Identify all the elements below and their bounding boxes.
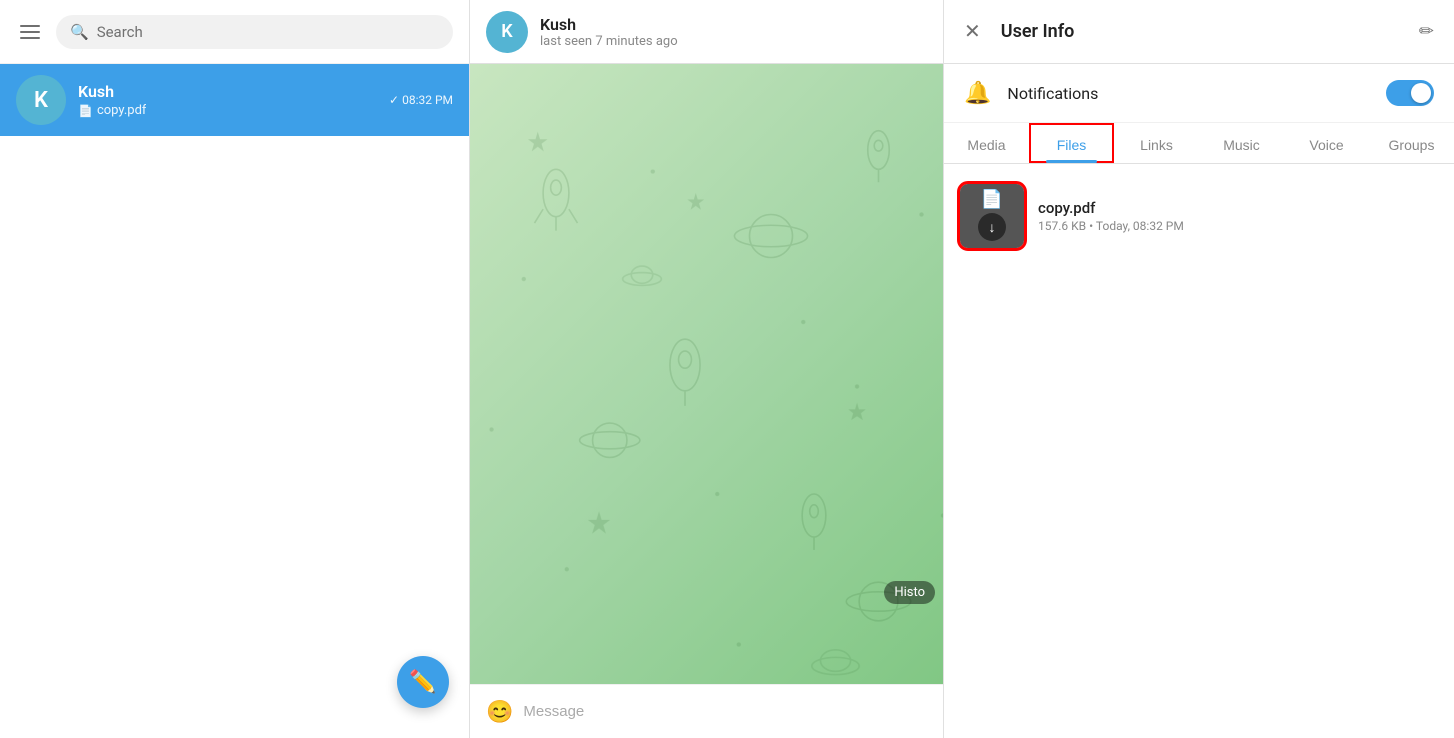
file-icon: 📄 [78,104,93,118]
user-info-panel: ✕ User Info ✏ 🔔 Notifications Media File… [944,0,1454,738]
tab-media[interactable]: Media [944,123,1029,163]
download-icon: ↓ [978,213,1006,241]
chat-preview-text: copy.pdf [97,103,147,118]
tabs-row: Media Files Links Music Voice Groups [944,123,1454,164]
message-input[interactable] [523,695,927,728]
avatar: K [16,75,66,125]
files-list: 📄 ↓ copy.pdf 157.6 KB • Today, 08:32 PM [944,164,1454,268]
sidebar-header: 🔍 Search [0,0,469,64]
file-item: 📄 ↓ copy.pdf 157.6 KB • Today, 08:32 PM [960,176,1438,256]
chat-meta: ✓ 08:32 PM [389,93,453,107]
file-details: copy.pdf 157.6 KB • Today, 08:32 PM [1038,199,1438,233]
notifications-label: Notifications [1007,84,1370,103]
chat-bg-pattern-svg [470,64,943,684]
emoji-button[interactable]: 😊 [486,699,513,725]
bell-icon: 🔔 [964,81,991,106]
chat-header: K Kush last seen 7 minutes ago [470,0,943,64]
document-icon: 📄 [981,191,1003,209]
chat-time: ✓ 08:32 PM [389,93,453,107]
file-name: copy.pdf [1038,199,1438,217]
search-placeholder: Search [97,23,143,41]
check-mark-icon: ✓ [389,93,399,107]
chat-list-item[interactable]: K Kush 📄 copy.pdf ✓ 08:32 PM [0,64,469,136]
tab-groups[interactable]: Groups [1369,123,1454,163]
chat-area: K Kush last seen 7 minutes ago [470,0,944,738]
file-thumbnail: 📄 ↓ [960,184,1024,248]
panel-header: ✕ User Info ✏ [944,0,1454,64]
tab-files[interactable]: Files [1029,123,1114,163]
hamburger-button[interactable] [16,21,44,43]
chat-header-avatar: K [486,11,528,53]
search-box[interactable]: 🔍 Search [56,15,453,49]
compose-button[interactable]: ✏️ [397,656,449,708]
chat-info: Kush 📄 copy.pdf [78,82,377,118]
fab-container: ✏️ [0,136,469,738]
close-button[interactable]: ✕ [960,15,985,48]
chat-header-name: Kush [540,15,927,34]
panel-title: User Info [1001,21,1399,42]
chat-header-info: Kush last seen 7 minutes ago [540,15,927,49]
chat-preview: 📄 copy.pdf [78,103,377,118]
history-badge: Histo [884,581,935,604]
sidebar: 🔍 Search K Kush 📄 copy.pdf ✓ 08:32 PM ✏️ [0,0,470,738]
tab-links[interactable]: Links [1114,123,1199,163]
chat-header-status: last seen 7 minutes ago [540,34,927,49]
search-icon: 🔍 [70,23,89,41]
tab-voice[interactable]: Voice [1284,123,1369,163]
notifications-row: 🔔 Notifications [944,64,1454,123]
notifications-toggle[interactable] [1386,80,1434,106]
file-meta: 157.6 KB • Today, 08:32 PM [1038,219,1438,233]
message-input-area: 😊 [470,684,943,738]
chat-background: Histo [470,64,943,684]
tab-music[interactable]: Music [1199,123,1284,163]
edit-button[interactable]: ✏ [1415,17,1438,46]
chat-name: Kush [78,82,377,101]
